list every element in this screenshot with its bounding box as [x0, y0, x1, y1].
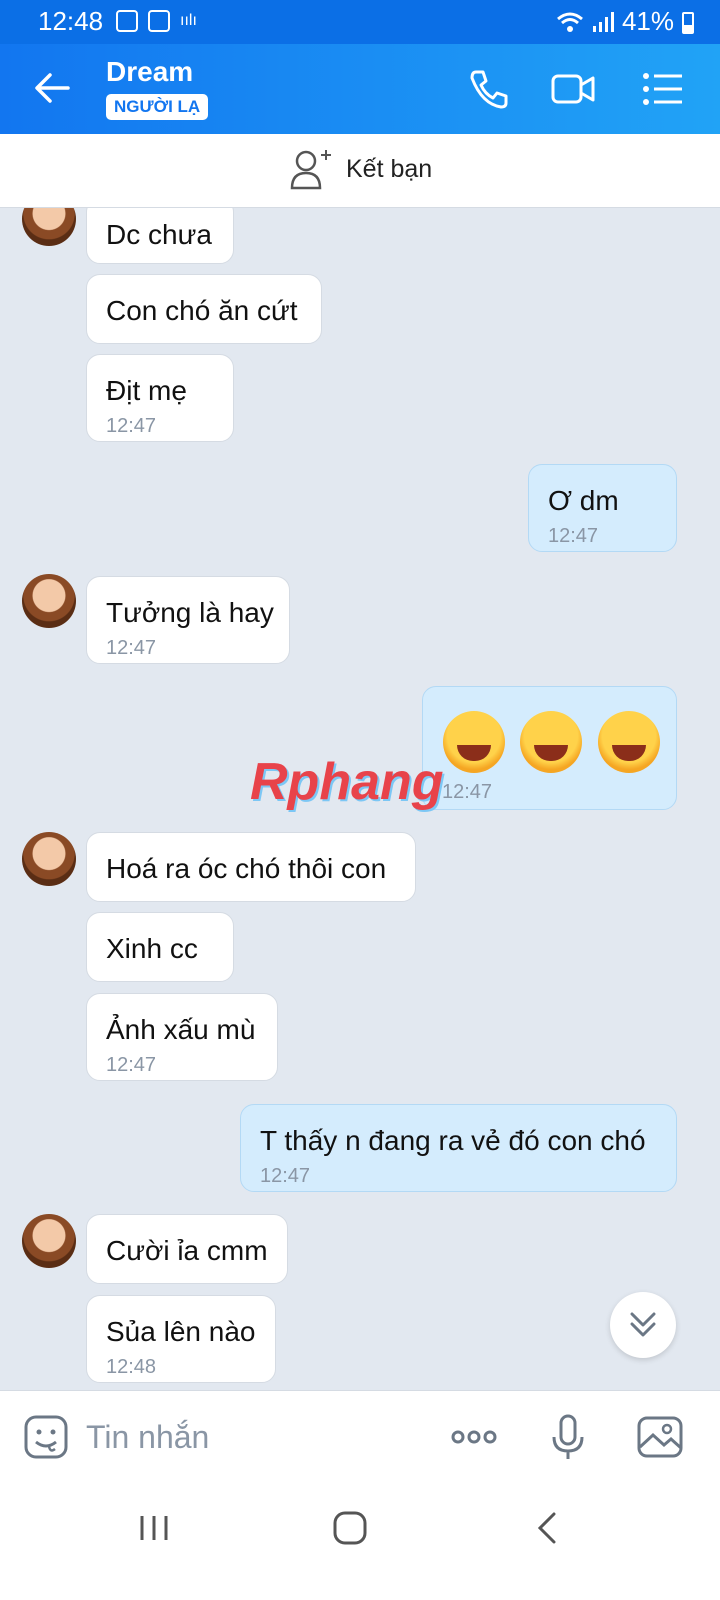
- status-bar: 12:48 ıılı 41%: [0, 0, 720, 44]
- sticker-icon[interactable]: [22, 1413, 70, 1461]
- video-call-icon[interactable]: [550, 66, 596, 112]
- double-chevron-down-icon: [630, 1312, 656, 1337]
- laughing-emoji-icon: [443, 711, 505, 773]
- phone-icon[interactable]: [466, 66, 512, 112]
- gallery-icon: [116, 10, 138, 32]
- message-bubble[interactable]: Xinh cc: [86, 912, 234, 982]
- watermark-logo: Rphang: [250, 753, 444, 811]
- message-input[interactable]: Tin nhắn: [86, 1419, 209, 1456]
- message-bubble[interactable]: Hoá ra óc chó thôi con: [86, 832, 416, 902]
- menu-list-icon[interactable]: [640, 66, 686, 112]
- microphone-icon[interactable]: [544, 1413, 592, 1461]
- message-bubble[interactable]: Cười ỉa cmm: [86, 1214, 288, 1284]
- message-list[interactable]: Dc chưa Con chó ăn cứt Địt mẹ 12:47 Ơ dm…: [0, 208, 720, 1416]
- message-bubble[interactable]: Địt mẹ 12:47: [86, 354, 234, 442]
- message-time: 12:47: [106, 637, 157, 659]
- add-friend-bar[interactable]: Kết bạn: [0, 134, 720, 208]
- battery-icon: [682, 12, 694, 34]
- message-text: Ảnh xấu mù: [106, 1014, 256, 1045]
- message-time: 12:47: [106, 1054, 157, 1076]
- contact-avatar[interactable]: [22, 1214, 76, 1268]
- message-text: Con chó ăn cứt: [106, 295, 298, 326]
- contact-avatar[interactable]: [22, 832, 76, 886]
- laughing-emoji-icon: [520, 711, 582, 773]
- message-text: Cười ỉa cmm: [106, 1235, 268, 1266]
- message-time: 12:47: [260, 1165, 311, 1187]
- back-icon[interactable]: [528, 1508, 568, 1548]
- add-friend-icon: [290, 150, 331, 190]
- message-bubble[interactable]: Sủa lên nào 12:48: [86, 1295, 276, 1383]
- message-bubble[interactable]: T thấy n đang ra vẻ đó con chó 12:47: [240, 1104, 677, 1192]
- scroll-to-bottom-button[interactable]: [610, 1292, 676, 1358]
- message-time: 12:48: [106, 1356, 157, 1378]
- app-notification-icon: [148, 10, 170, 32]
- message-text: Ơ dm: [548, 485, 619, 516]
- back-arrow-icon[interactable]: [30, 66, 74, 110]
- message-text: Xinh cc: [106, 933, 198, 964]
- message-bubble[interactable]: Tưởng là hay 12:47: [86, 576, 290, 664]
- signal-icon: [592, 11, 614, 32]
- contact-name[interactable]: Dream: [106, 56, 193, 88]
- status-right: 41%: [556, 6, 674, 37]
- message-text: Địt mẹ: [106, 375, 187, 406]
- message-text: Tưởng là hay: [106, 597, 274, 628]
- chat-header: Dream NGƯỜI LẠ: [0, 44, 720, 134]
- system-navigation-bar: [0, 1484, 720, 1600]
- emoji-message-bubble[interactable]: 12:47: [422, 686, 677, 810]
- message-text: Hoá ra óc chó thôi con: [106, 853, 387, 884]
- message-time: 12:47: [106, 415, 157, 437]
- message-input-bar: Tin nhắn: [0, 1390, 720, 1484]
- more-options-icon[interactable]: [450, 1413, 498, 1461]
- message-time: 12:47: [548, 525, 599, 547]
- message-bubble[interactable]: Dc chưa: [86, 208, 234, 264]
- status-time: 12:48: [38, 6, 104, 36]
- message-bubble[interactable]: Ơ dm 12:47: [528, 464, 677, 552]
- notification-icons: ıılı: [116, 10, 202, 32]
- image-gallery-icon[interactable]: [636, 1413, 684, 1461]
- home-icon[interactable]: [330, 1508, 370, 1548]
- message-text: Sủa lên nào: [106, 1316, 256, 1347]
- battery-percent: 41%: [621, 6, 674, 36]
- wifi-icon: [556, 12, 583, 32]
- add-friend-label[interactable]: Kết bạn: [346, 155, 432, 184]
- message-text: Dc chưa: [106, 219, 212, 250]
- message-bubble[interactable]: Con chó ăn cứt: [86, 274, 322, 344]
- laughing-emoji-icon: [598, 711, 660, 773]
- message-text: T thấy n đang ra vẻ đó con chó: [260, 1125, 646, 1156]
- message-bubble[interactable]: Ảnh xấu mù 12:47: [86, 993, 278, 1081]
- audio-wave-icon: ıılı: [180, 12, 197, 29]
- contact-avatar[interactable]: [22, 208, 76, 246]
- contact-avatar[interactable]: [22, 574, 76, 628]
- message-time: 12:47: [442, 781, 493, 803]
- recent-apps-icon[interactable]: [134, 1508, 174, 1548]
- stranger-badge: NGƯỜI LẠ: [106, 94, 209, 120]
